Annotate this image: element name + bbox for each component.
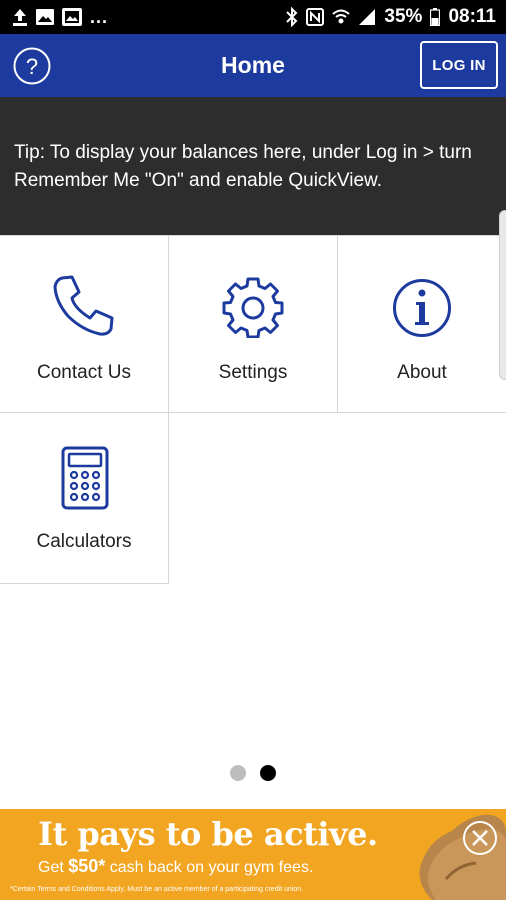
scroll-handle[interactable] xyxy=(499,210,506,380)
tile-contact-us[interactable]: Contact Us xyxy=(0,235,169,413)
nfc-icon xyxy=(306,8,325,26)
calculator-icon xyxy=(61,446,109,510)
page-dot-1[interactable] xyxy=(230,765,246,781)
page-dot-2-active[interactable] xyxy=(260,765,276,781)
tile-label: Contact Us xyxy=(37,362,131,383)
tip-banner: Tip: To display your balances here, unde… xyxy=(0,97,506,235)
ad-fine-print: *Certain Terms and Conditions Apply. Mus… xyxy=(10,886,304,893)
signal-icon xyxy=(359,9,376,25)
image-icon xyxy=(36,9,54,25)
tile-label: Settings xyxy=(218,362,288,383)
help-icon[interactable]: ? xyxy=(13,47,51,85)
gallery-icon xyxy=(62,8,82,26)
login-button[interactable]: LOG IN xyxy=(420,41,498,89)
battery-percent: 35% xyxy=(384,6,423,27)
svg-text:?: ? xyxy=(26,54,38,79)
tile-settings[interactable]: Settings xyxy=(168,235,338,413)
tile-label: About xyxy=(397,362,447,383)
upload-icon xyxy=(13,9,27,26)
app-header: ? Home LOG IN xyxy=(0,34,506,97)
info-icon xyxy=(393,279,451,337)
system-icons: 35% 08:11 xyxy=(286,6,496,28)
tip-text: Tip: To display your balances here, unde… xyxy=(14,142,472,191)
phone-icon xyxy=(53,275,114,336)
ad-headline: It pays to be active. xyxy=(38,815,378,853)
tile-about[interactable]: About xyxy=(337,235,506,413)
ad-banner[interactable]: It pays to be active. Get $50* cash back… xyxy=(0,809,506,900)
status-bar: ... 35% 08:11 xyxy=(0,0,506,34)
clock: 08:11 xyxy=(448,6,496,27)
ad-close-icon[interactable] xyxy=(462,820,498,856)
ad-subtext: Get $50* cash back on your gym fees. xyxy=(38,856,313,877)
battery-icon xyxy=(430,8,441,26)
ad-sub-prefix: Get xyxy=(38,859,69,876)
tile-label: Calculators xyxy=(36,531,132,552)
bluetooth-icon xyxy=(286,7,298,27)
tile-calculators[interactable]: Calculators xyxy=(0,412,169,584)
ad-amount: $50* xyxy=(68,856,106,876)
ad-sub-suffix: cash back on your gym fees. xyxy=(105,859,314,876)
notification-icons: ... xyxy=(12,7,108,28)
more-notifications: ... xyxy=(90,6,109,27)
wifi-icon xyxy=(332,9,351,24)
gear-icon xyxy=(222,277,284,338)
